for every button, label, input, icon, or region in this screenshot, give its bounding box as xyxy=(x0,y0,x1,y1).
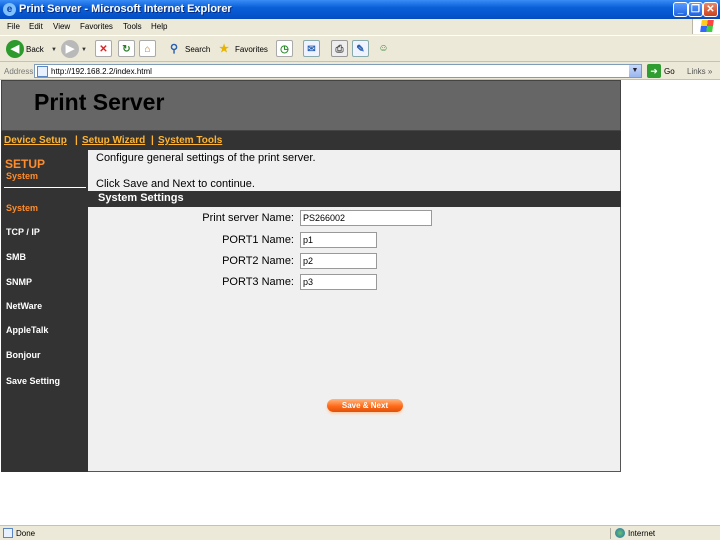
nav-setup-wizard[interactable]: Setup Wizard xyxy=(82,135,145,146)
minimize-button[interactable]: _ xyxy=(673,2,688,17)
nav-separator: | xyxy=(151,135,154,146)
mail-icon[interactable]: ✉ xyxy=(303,40,320,57)
port2-name-label: PORT2 Name: xyxy=(222,255,294,267)
print-icon[interactable]: ⎙ xyxy=(331,40,348,57)
address-label: Address xyxy=(4,67,34,76)
back-button[interactable]: ◀ Back ▼ xyxy=(6,40,57,59)
home-icon[interactable]: ⌂ xyxy=(139,40,156,57)
go-arrow-icon[interactable]: ➜ xyxy=(647,64,661,78)
port3-name-label: PORT3 Name: xyxy=(222,276,294,288)
sidebar: SETUP System System TCP / IP SMB SNMP Ne… xyxy=(1,150,88,472)
close-button[interactable]: ✕ xyxy=(703,2,718,17)
messenger-icon[interactable]: ☺ xyxy=(375,40,392,57)
sidebar-item-appletalk[interactable]: AppleTalk xyxy=(6,325,48,335)
menu-edit[interactable]: Edit xyxy=(29,22,43,31)
history-icon[interactable]: ◷ xyxy=(276,40,293,57)
address-input[interactable]: http://192.168.2.2/index.html ▼ xyxy=(34,64,642,78)
menu-file[interactable]: File xyxy=(7,22,20,31)
title-bar: e Print Server - Microsoft Internet Expl… xyxy=(0,0,720,19)
forward-button[interactable]: ▶ ▼ xyxy=(61,40,87,59)
toolbar: ◀ Back ▼ ▶ ▼ ✕ ↻ ⌂ ⚲ Search ★ Favorites … xyxy=(0,35,720,62)
sidebar-item-smb[interactable]: SMB xyxy=(6,252,26,262)
sidebar-item-netware[interactable]: NetWare xyxy=(6,301,42,311)
favorites-label: Favorites xyxy=(235,45,268,54)
sidebar-item-bonjour[interactable]: Bonjour xyxy=(6,350,41,360)
globe-icon xyxy=(615,528,625,538)
go-button[interactable]: Go xyxy=(664,67,675,76)
back-label: Back xyxy=(26,45,44,54)
nav-system-tools[interactable]: System Tools xyxy=(158,135,222,146)
intro-text: Configure general settings of the print … xyxy=(96,152,316,164)
page-done-icon xyxy=(3,528,13,538)
section-header: System Settings xyxy=(88,191,621,207)
window-title: Print Server - Microsoft Internet Explor… xyxy=(19,3,232,15)
menu-tools[interactable]: Tools xyxy=(123,22,142,31)
address-bar: Address http://192.168.2.2/index.html ▼ … xyxy=(0,63,720,80)
sidebar-divider xyxy=(4,187,86,188)
status-divider xyxy=(610,528,611,539)
section-title: System Settings xyxy=(98,192,184,204)
chevron-down-icon[interactable]: ▼ xyxy=(629,65,641,77)
edit-icon[interactable]: ✎ xyxy=(352,40,369,57)
page-viewport: Print Server Device Setup | Setup Wizard… xyxy=(0,80,720,525)
search-button[interactable]: ⚲ Search xyxy=(165,40,215,59)
sidebar-subheading: System xyxy=(6,171,39,181)
banner: Print Server xyxy=(1,80,621,131)
port1-name-input[interactable]: p1 xyxy=(300,232,377,248)
banner-title: Print Server xyxy=(34,89,165,115)
windows-flag-icon xyxy=(692,19,720,34)
sidebar-item-tcpip[interactable]: TCP / IP xyxy=(6,227,40,237)
security-zone: Internet xyxy=(628,529,656,538)
sidebar-item-snmp[interactable]: SNMP xyxy=(6,277,32,287)
sidebar-heading: SETUP xyxy=(5,157,46,171)
chevron-down-icon: ▼ xyxy=(51,47,57,53)
maximize-button[interactable]: ❐ xyxy=(688,2,703,17)
menu-favorites[interactable]: Favorites xyxy=(80,22,113,31)
port1-name-label: PORT1 Name: xyxy=(222,234,294,246)
print-server-name-label: Print server Name: xyxy=(202,212,294,224)
nav-device-setup[interactable]: Device Setup xyxy=(4,135,67,146)
stop-icon[interactable]: ✕ xyxy=(95,40,112,57)
port3-name-input[interactable]: p3 xyxy=(300,274,377,290)
instruction-text: Click Save and Next to continue. xyxy=(96,178,255,190)
menu-bar: File Edit View Favorites Tools Help xyxy=(0,19,720,34)
sidebar-item-system[interactable]: System xyxy=(6,203,38,213)
address-url: http://192.168.2.2/index.html xyxy=(51,67,152,76)
main-content: Configure general settings of the print … xyxy=(88,150,621,472)
favorites-button[interactable]: ★ Favorites xyxy=(215,40,273,59)
page-icon xyxy=(37,66,48,77)
print-server-page: Print Server Device Setup | Setup Wizard… xyxy=(1,80,621,472)
chevron-down-icon: ▼ xyxy=(81,47,87,53)
status-text: Done xyxy=(16,529,36,538)
ie-logo-icon: e xyxy=(3,3,16,16)
search-icon: ⚲ xyxy=(169,43,179,55)
star-icon: ★ xyxy=(219,43,229,55)
sidebar-item-save-setting[interactable]: Save Setting xyxy=(6,376,60,386)
search-label: Search xyxy=(185,45,211,54)
back-arrow-icon: ◀ xyxy=(6,40,24,58)
browser-window: e Print Server - Microsoft Internet Expl… xyxy=(0,0,720,540)
top-nav: Device Setup | Setup Wizard | System Too… xyxy=(1,131,621,150)
forward-arrow-icon: ▶ xyxy=(61,40,79,58)
port2-name-input[interactable]: p2 xyxy=(300,253,377,269)
print-server-name-input[interactable]: PS266002 xyxy=(300,210,432,226)
status-bar: Done Internet xyxy=(0,525,720,540)
save-and-next-button[interactable]: Save & Next xyxy=(327,399,403,412)
refresh-icon[interactable]: ↻ xyxy=(118,40,135,57)
menu-help[interactable]: Help xyxy=(151,22,167,31)
menu-view[interactable]: View xyxy=(53,22,70,31)
links-button[interactable]: Links » xyxy=(687,67,712,76)
nav-separator: | xyxy=(75,135,78,146)
